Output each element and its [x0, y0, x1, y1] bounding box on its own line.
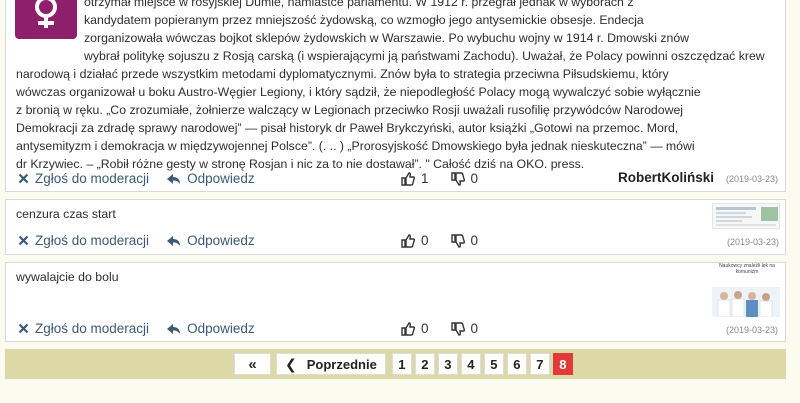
thumbs-down-icon: [450, 233, 465, 248]
author-name[interactable]: RobertKoliński: [618, 170, 714, 185]
reply-button[interactable]: Odpowiedz: [166, 321, 255, 336]
close-x-icon: [18, 173, 29, 184]
like-count: 1: [421, 171, 429, 186]
previous-label: Poprzednie: [306, 356, 377, 372]
comment-card: wywalajcie do bolu Naukowcy znaleźli lek…: [5, 262, 786, 342]
doctors-photo-image: [712, 287, 780, 317]
comment-text-line: zorganizowała wówczas bojkot sklepów żyd…: [84, 31, 690, 45]
previous-page-button[interactable]: ❮ Poprzednie: [276, 353, 386, 375]
comment-text-line: Demokracji za zdradę sprawy narodowej” —…: [16, 121, 679, 135]
page-button-4[interactable]: 4: [460, 353, 481, 375]
reply-arrow-icon: [167, 173, 181, 184]
thumbs-up-icon: [401, 171, 415, 186]
like-count: 0: [421, 233, 429, 248]
pagination-bar: « ❮ Poprzednie 1 2 3 4 5 6 7 8: [5, 349, 786, 379]
page-button-3[interactable]: 3: [437, 353, 458, 375]
comment-text: cenzura czas start: [16, 207, 116, 221]
vote-controls: 0 0: [401, 233, 500, 248]
comment-text: wywalajcie do bolu: [16, 270, 119, 284]
page-button-5[interactable]: 5: [483, 353, 504, 375]
dislike-count: 0: [470, 171, 479, 186]
dislike-count: 0: [470, 233, 479, 248]
reply-button[interactable]: Odpowiedz: [166, 233, 255, 248]
comment-text-line: kandydatem popieranym przez mniejszość ż…: [84, 13, 644, 27]
thumbs-up-icon: [401, 233, 415, 248]
reply-label: Odpowiedz: [187, 171, 255, 186]
report-label: Zgłoś do moderacji: [35, 321, 150, 336]
female-symbol-icon: [35, 0, 57, 28]
chevron-left-icon: ❮: [285, 355, 297, 372]
page-button-1[interactable]: 1: [391, 353, 412, 375]
thumbs-down-icon: [450, 171, 465, 186]
comment-actions: Zgłoś do moderacji Odpowiedz: [18, 171, 272, 186]
report-label: Zgłoś do moderacji: [35, 233, 150, 248]
thumbnail-caption: Naukowcy znaleźli lek na komunizm: [719, 263, 775, 275]
comment-text-line: narodową i działać przede wszystkim meto…: [16, 67, 669, 81]
dislike-count: 0: [470, 321, 479, 336]
like-button[interactable]: 0: [401, 321, 429, 336]
pagination: « ❮ Poprzednie 1 2 3 4 5 6 7 8: [234, 353, 576, 375]
comment-text-line: antysemityzm i demokracja w międzywojenn…: [16, 139, 695, 153]
like-count: 0: [421, 321, 429, 336]
page-button-2[interactable]: 2: [414, 353, 435, 375]
like-button[interactable]: 0: [401, 233, 429, 248]
comment-text: otrzymał miejsce w rosyjskiej Dumie, nam…: [84, 0, 779, 65]
close-x-icon: [18, 235, 29, 246]
reply-button[interactable]: Odpowiedz: [166, 171, 255, 186]
report-button[interactable]: Zgłoś do moderacji: [18, 233, 149, 248]
reply-arrow-icon: [167, 323, 181, 334]
comment-text-line: wybrał politykę sojuszu z Rosją carską (…: [84, 49, 765, 63]
close-x-icon: [18, 323, 29, 334]
avatar: [15, 0, 77, 39]
comment-card: cenzura czas start Zgłoś do moderacji Od…: [5, 199, 786, 255]
comment-actions: Zgłoś do moderacji Odpowiedz: [18, 233, 272, 248]
report-label: Zgłoś do moderacji: [35, 171, 150, 186]
like-button[interactable]: 1: [401, 171, 429, 186]
comment-card: otrzymał miejsce w rosyjskiej Dumie, nam…: [5, 0, 786, 192]
document-screenshot-image: [713, 204, 779, 228]
report-button[interactable]: Zgłoś do moderacji: [18, 171, 149, 186]
comment-text-line: otrzymał miejsce w rosyjskiej Dumie, nam…: [84, 0, 634, 9]
reply-label: Odpowiedz: [187, 233, 255, 248]
attached-image[interactable]: [712, 203, 780, 229]
comment-text-line: z bronią w ręku. „Co zrozumiałe, żołnier…: [16, 103, 684, 117]
comment-date: (2019-03-23): [727, 237, 780, 247]
reply-label: Odpowiedz: [187, 321, 255, 336]
attached-image[interactable]: [712, 287, 780, 317]
comment-date: (2019-03-23): [726, 174, 779, 184]
comment-text-line: wówczas organizował u boku Austro-Węgier…: [16, 85, 701, 99]
report-button[interactable]: Zgłoś do moderacji: [18, 321, 149, 336]
comment-text-continued: narodową i działać przede wszystkim meto…: [16, 65, 781, 173]
page-button-7[interactable]: 7: [529, 353, 550, 375]
vote-controls: 0 0: [401, 321, 500, 336]
page-button-8-current[interactable]: 8: [552, 353, 573, 375]
page-button-6[interactable]: 6: [506, 353, 527, 375]
first-page-button[interactable]: «: [234, 353, 271, 375]
thumbs-up-icon: [401, 321, 415, 336]
comment-date: (2019-03-23): [726, 325, 779, 335]
dislike-button[interactable]: 0: [450, 321, 479, 336]
vote-controls: 1 0: [401, 171, 500, 186]
reply-arrow-icon: [167, 235, 181, 246]
comment-actions: Zgłoś do moderacji Odpowiedz: [18, 321, 272, 336]
thumbs-down-icon: [450, 321, 465, 336]
dislike-button[interactable]: 0: [450, 233, 479, 248]
dislike-button[interactable]: 0: [450, 171, 479, 186]
